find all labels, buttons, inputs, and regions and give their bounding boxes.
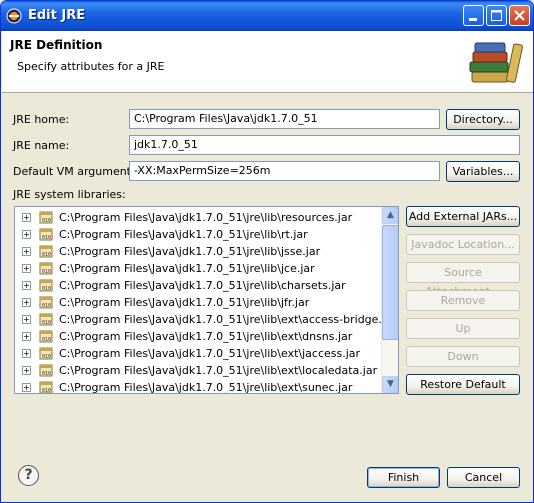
svg-text:010: 010: [42, 371, 51, 377]
svg-text:010: 010: [42, 252, 51, 258]
library-path: C:\Program Files\Java\jdk1.7.0_51\jre\li…: [59, 262, 315, 275]
dialog-header: JRE Definition Specify attributes for a …: [2, 31, 533, 93]
library-path: C:\Program Files\Java\jdk1.7.0_51\jre\li…: [59, 296, 310, 309]
svg-text:010: 010: [42, 269, 51, 275]
jar-icon: 010: [39, 296, 53, 309]
expand-plus-icon[interactable]: +: [22, 213, 31, 222]
minimize-button[interactable]: [463, 5, 484, 26]
library-path: C:\Program Files\Java\jdk1.7.0_51\jre\li…: [59, 364, 378, 377]
library-path: C:\Program Files\Java\jdk1.7.0_51\jre\li…: [59, 381, 353, 394]
library-row[interactable]: +010 C:\Program Files\Java\jdk1.7.0_51\jr…: [15, 311, 396, 328]
library-path: C:\Program Files\Java\jdk1.7.0_51\jre\li…: [59, 228, 308, 241]
close-icon: [514, 10, 525, 21]
expand-plus-icon[interactable]: +: [22, 264, 31, 273]
jar-icon: 010: [39, 211, 53, 224]
jre-home-field[interactable]: C:\Program Files\Java\jdk1.7.0_51: [129, 109, 440, 129]
expand-plus-icon[interactable]: +: [22, 247, 31, 256]
jar-icon: 010: [39, 262, 53, 275]
library-row[interactable]: +010 C:\Program Files\Java\jdk1.7.0_51\jr…: [15, 379, 383, 394]
down-button[interactable]: Down: [406, 346, 520, 367]
expand-plus-icon[interactable]: +: [22, 315, 31, 324]
libraries-scrollbar[interactable]: ▲ ▼: [381, 207, 398, 393]
jar-icon: 010: [39, 279, 53, 292]
library-row[interactable]: +010 C:\Program Files\Java\jdk1.7.0_51\jr…: [15, 209, 383, 226]
expand-plus-icon[interactable]: +: [22, 281, 31, 290]
svg-text:010: 010: [42, 286, 51, 292]
edit-jre-dialog: Edit JRE JRE Definition Specify attribut…: [0, 0, 534, 503]
scroll-down-icon[interactable]: ▼: [382, 376, 398, 393]
library-path: C:\Program Files\Java\jdk1.7.0_51\jre\li…: [59, 313, 397, 326]
libraries-label: JRE system libraries:: [13, 188, 126, 201]
javadoc-location-button[interactable]: Javadoc Location...: [406, 234, 520, 255]
up-button[interactable]: Up: [406, 318, 520, 339]
library-books-icon: [469, 42, 523, 83]
library-path: C:\Program Files\Java\jdk1.7.0_51\jre\li…: [59, 279, 346, 292]
library-path: C:\Program Files\Java\jdk1.7.0_51\jre\li…: [59, 330, 353, 343]
library-row[interactable]: +010 C:\Program Files\Java\jdk1.7.0_51\jr…: [15, 277, 383, 294]
library-row[interactable]: +010 C:\Program Files\Java\jdk1.7.0_51\jr…: [15, 226, 383, 243]
expand-plus-icon[interactable]: +: [22, 298, 31, 307]
jar-icon: 010: [39, 330, 53, 343]
library-row[interactable]: +010 C:\Program Files\Java\jdk1.7.0_51\jr…: [15, 294, 383, 311]
library-row[interactable]: +010 C:\Program Files\Java\jdk1.7.0_51\jr…: [15, 328, 383, 345]
library-row[interactable]: +010 C:\Program Files\Java\jdk1.7.0_51\jr…: [15, 345, 383, 362]
expand-plus-icon[interactable]: +: [22, 383, 31, 392]
library-path: C:\Program Files\Java\jdk1.7.0_51\jre\li…: [59, 211, 353, 224]
library-row[interactable]: +010 C:\Program Files\Java\jdk1.7.0_51\jr…: [15, 260, 383, 277]
jre-name-field[interactable]: jdk1.7.0_51: [129, 135, 520, 155]
maximize-icon: [491, 10, 502, 21]
jre-name-label: JRE name:: [13, 139, 70, 152]
vm-args-field[interactable]: -XX:MaxPermSize=256m: [129, 161, 440, 181]
expand-plus-icon[interactable]: +: [22, 332, 31, 341]
svg-text:010: 010: [42, 354, 51, 360]
libraries-tree[interactable]: +010 C:\Program Files\Java\jdk1.7.0_51\jr…: [14, 206, 399, 394]
restore-default-button[interactable]: Restore Default: [406, 374, 520, 395]
library-row[interactable]: +010 C:\Program Files\Java\jdk1.7.0_51\jr…: [15, 362, 383, 379]
library-path: C:\Program Files\Java\jdk1.7.0_51\jre\li…: [59, 347, 361, 360]
scroll-up-icon[interactable]: ▲: [382, 207, 398, 224]
svg-text:010: 010: [42, 388, 51, 394]
jar-icon: 010: [39, 313, 53, 326]
minimize-icon: [469, 18, 477, 21]
scroll-thumb[interactable]: [382, 225, 398, 340]
header-subtitle: Specify attributes for a JRE: [17, 60, 165, 73]
directory-button[interactable]: Directory...: [446, 109, 520, 130]
jar-icon: 010: [39, 245, 53, 258]
svg-text:010: 010: [42, 337, 51, 343]
svg-text:010: 010: [42, 218, 51, 224]
jar-icon: 010: [39, 347, 53, 360]
remove-button[interactable]: Remove: [406, 290, 520, 311]
header-title: JRE Definition: [10, 38, 103, 52]
source-attachment-button[interactable]: Source Attachment...: [406, 262, 520, 298]
expand-plus-icon[interactable]: +: [22, 230, 31, 239]
library-path: C:\Program Files\Java\jdk1.7.0_51\jre\li…: [59, 245, 321, 258]
svg-text:010: 010: [42, 320, 51, 326]
cancel-button[interactable]: Cancel: [447, 467, 520, 488]
expand-plus-icon[interactable]: +: [22, 366, 31, 375]
window-title: Edit JRE: [28, 8, 86, 23]
svg-text:010: 010: [42, 303, 51, 309]
jar-icon: 010: [39, 228, 53, 241]
jar-icon: 010: [39, 364, 53, 377]
maximize-button[interactable]: [486, 5, 507, 26]
jar-icon: 010: [39, 381, 53, 394]
svg-text:010: 010: [42, 235, 51, 241]
jre-home-label: JRE home:: [13, 113, 70, 126]
variables-button[interactable]: Variables...: [446, 161, 520, 182]
eclipse-icon: [6, 8, 22, 24]
finish-button[interactable]: Finish: [367, 467, 440, 488]
add-external-jars-button[interactable]: Add External JARs...: [406, 206, 520, 227]
close-button[interactable]: [509, 5, 530, 26]
title-bar[interactable]: Edit JRE: [1, 1, 533, 31]
help-button[interactable]: ?: [18, 465, 39, 486]
vm-args-label: Default VM arguments:: [13, 165, 141, 178]
library-row[interactable]: +010 C:\Program Files\Java\jdk1.7.0_51\jr…: [15, 243, 383, 260]
expand-plus-icon[interactable]: +: [22, 349, 31, 358]
